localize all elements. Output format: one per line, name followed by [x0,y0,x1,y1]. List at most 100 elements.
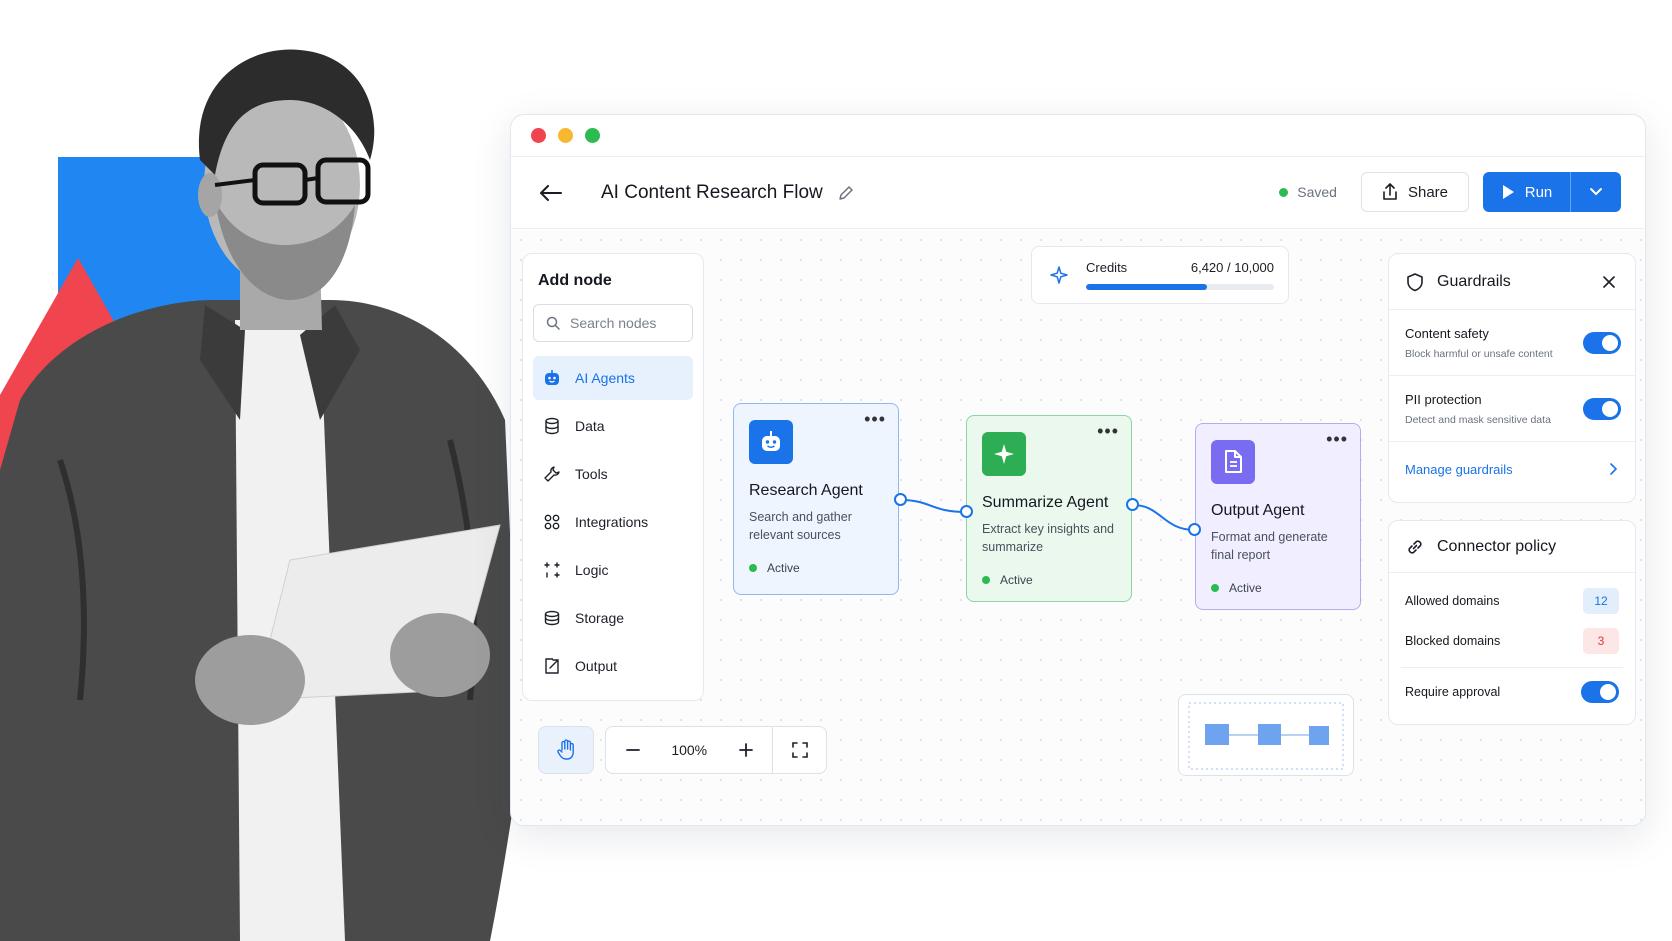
pencil-icon[interactable] [837,184,855,202]
bot-icon [749,420,793,464]
node-category-list: AI Agents Data Tools Integrations Logic … [533,356,693,688]
manage-guardrails-link[interactable]: Manage guardrails [1389,442,1635,496]
summarize-agent-node[interactable]: ••• Summarize Agent Extract key insights… [966,415,1132,602]
connector-policy-header: Connector policy [1389,521,1635,573]
allowed-domains-count: 12 [1583,588,1619,614]
window-titlebar [511,115,1645,157]
hand-icon [557,739,574,760]
integrations-icon [544,514,560,530]
category-label: Logic [575,562,609,578]
research-output-port[interactable] [894,493,907,506]
node-more-options[interactable]: ••• [1097,422,1119,440]
node-title: Research Agent [749,482,863,499]
minimap-graphic [1188,702,1344,770]
play-icon [1502,185,1514,199]
link-icon [1408,539,1422,554]
window-close-dot[interactable] [531,128,546,143]
flow-header: AI Content Research Flow Saved Share Run [511,157,1645,229]
divider [1401,667,1623,668]
run-label: Run [1524,183,1553,201]
credits-progress-fill [1086,284,1207,290]
blocked-domains-row[interactable]: Blocked domains 3 [1389,621,1635,661]
guardrail-description: Detect and mask sensitive data [1405,413,1551,426]
share-button[interactable]: Share [1360,172,1469,212]
save-status: Saved [1279,184,1337,200]
zoom-level: 100% [671,742,708,758]
category-data[interactable]: Data [533,404,693,448]
content-safety-toggle[interactable] [1583,331,1621,354]
node-more-options[interactable]: ••• [864,410,886,428]
add-node-title: Add node [538,272,612,289]
flow-title: AI Content Research Flow [601,181,823,203]
chevron-down-icon [1590,188,1602,196]
connector-research-to-summarize [900,499,967,513]
person-holding-paper-illustration [0,49,520,941]
app-window: AI Content Research Flow Saved Share Run… [510,114,1646,826]
guardrail-label: Content safety [1405,325,1489,341]
share-icon [1383,183,1397,200]
shield-icon [1407,272,1423,291]
credits-label: Credits [1086,260,1128,275]
credits-value: 6,420 / 10,000 [1190,260,1274,275]
node-description: Extract key insights and summarize [982,522,1115,554]
summarize-input-port[interactable] [960,505,973,518]
category-label: Output [575,658,618,674]
storage-icon [544,610,560,626]
run-options-button[interactable] [1571,172,1621,212]
credits-meter: Credits 6,420 / 10,000 [1031,246,1289,304]
zoom-out-button[interactable] [606,727,660,773]
search-nodes-box[interactable] [533,304,693,342]
category-output[interactable]: Output [533,644,693,688]
credits-progress-bar [1086,284,1274,290]
manage-guardrails-label: Manage guardrails [1405,461,1513,477]
connector-policy-panel: Connector policy Allowed domains 12 Bloc… [1388,520,1636,725]
blocked-domains-count: 3 [1583,628,1619,654]
fit-view-button[interactable] [772,727,826,773]
run-button-group: Run [1483,172,1621,212]
chevron-right-icon [1610,463,1617,475]
allowed-domains-row[interactable]: Allowed domains 12 [1389,581,1635,621]
category-ai-agents[interactable]: AI Agents [533,356,693,400]
node-status-label: Active [1229,581,1262,595]
window-minimize-dot[interactable] [558,128,573,143]
category-label: Integrations [575,514,649,530]
node-status: Active [982,573,1116,587]
sparkle-icon [1046,262,1072,288]
output-agent-node[interactable]: ••• Output Agent Format and generate fin… [1195,423,1361,610]
guardrails-title: Guardrails [1437,272,1511,290]
back-button[interactable] [535,177,567,209]
category-logic[interactable]: Logic [533,548,693,592]
research-agent-node[interactable]: ••• Research Agent Search and gather rel… [733,403,899,595]
require-approval-toggle[interactable] [1581,681,1619,703]
canvas-minimap[interactable] [1178,694,1354,776]
output-input-port[interactable] [1188,523,1201,536]
zoom-in-button[interactable] [719,727,773,773]
summarize-output-port[interactable] [1126,498,1139,511]
status-dot [749,564,757,572]
category-label: AI Agents [575,370,635,386]
category-tools[interactable]: Tools [533,452,693,496]
category-storage[interactable]: Storage [533,596,693,640]
search-nodes-input[interactable] [570,315,680,331]
pii-protection-toggle[interactable] [1583,397,1621,420]
node-more-options[interactable]: ••• [1326,430,1348,448]
close-icon[interactable] [1599,272,1619,292]
guardrails-panel: Guardrails Content safety Block harmful … [1388,253,1636,503]
guardrail-content-safety: Content safety Block harmful or unsafe c… [1389,310,1635,376]
category-integrations[interactable]: Integrations [533,500,693,544]
node-description: Format and generate final report [1211,530,1328,562]
document-icon [1211,440,1255,484]
guardrails-header: Guardrails [1389,254,1635,310]
node-title: Output Agent [1211,502,1305,519]
pan-tool-button[interactable] [538,726,594,774]
run-button[interactable]: Run [1483,172,1571,212]
connector-summarize-to-output [1132,504,1196,531]
blocked-domains-label: Blocked domains [1405,634,1501,648]
arrow-left-icon [540,184,562,201]
flow-canvas[interactable]: Add node AI Agents [511,230,1645,825]
guardrail-label: PII protection [1405,391,1482,407]
window-maximize-dot[interactable] [585,128,600,143]
search-icon [546,316,560,330]
node-status: Active [749,561,883,575]
share-label: Share [1407,183,1448,201]
